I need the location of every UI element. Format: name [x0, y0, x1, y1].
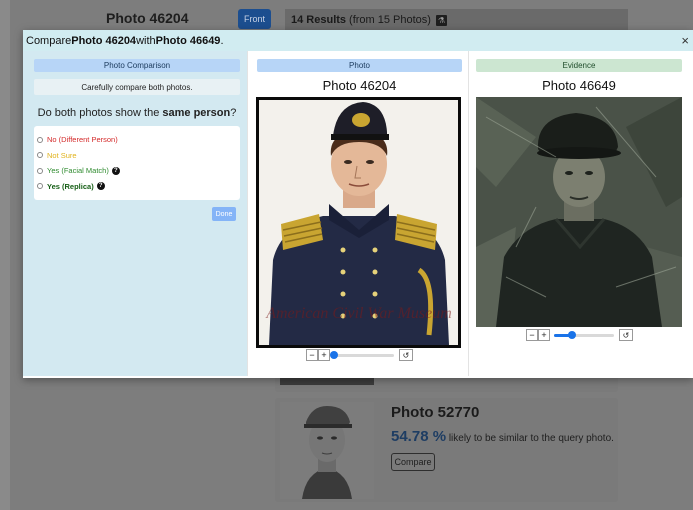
photo-title: Photo 46204 [322, 78, 397, 93]
question-text: Do both photos show the same person? [34, 107, 240, 119]
question-suffix: ? [230, 107, 237, 119]
result-title: Photo 52770 [391, 404, 480, 421]
evidence-column: Evidence Photo 46649 − + ↺ [468, 51, 693, 376]
reset-icon[interactable]: ↺ [619, 329, 633, 341]
option-label: Yes (Replica) [47, 181, 94, 191]
option-replica[interactable]: Yes (Replica) ? [37, 179, 240, 195]
results-count: 14 Results [291, 14, 347, 26]
result-thumbnail[interactable] [280, 402, 374, 499]
option-label: Not Sure [47, 150, 77, 160]
zoom-slider[interactable] [330, 349, 394, 361]
compare-button[interactable]: Compare [391, 453, 435, 471]
evidence-photo[interactable] [476, 97, 682, 327]
option-facial-match[interactable]: Yes (Facial Match) ? [37, 163, 240, 179]
slider-knob[interactable] [568, 331, 576, 339]
question-prefix: Do both photos show the [37, 107, 163, 119]
similarity-percent: 54.78 % [391, 428, 447, 445]
photo-tag: Photo [257, 59, 462, 72]
modal-header: Compare Photo 46204 with Photo 46649 . × [23, 30, 693, 51]
evidence-tag: Evidence [476, 59, 682, 72]
results-from: (from 15 Photos) [349, 14, 431, 26]
similarity-label: likely to be similar to the query photo. [448, 433, 614, 444]
header-prefix: Compare [26, 34, 72, 47]
radio-button[interactable] [37, 167, 43, 174]
comparison-tag: Photo Comparison [34, 59, 240, 72]
front-button[interactable]: Front [238, 9, 271, 29]
slider-track [334, 354, 394, 357]
zoom-in-button[interactable]: + [538, 329, 550, 341]
comparison-column: Photo Comparison Carefully compare both … [23, 51, 247, 376]
answer-options: No (Different Person) Not Sure Yes (Faci… [34, 126, 240, 200]
query-photo-title: Photo 46204 [106, 10, 189, 26]
header-photo-b: Photo 46649 [155, 34, 221, 47]
option-label: Yes (Facial Match) [47, 166, 109, 176]
results-bar: 14 Results (from 15 Photos) ⚗ [285, 9, 628, 31]
query-photo[interactable]: American Civil War Museum [256, 97, 461, 348]
done-button[interactable]: Done [212, 207, 236, 221]
photo-column: Photo Photo 46204 American Civil War Mus… [247, 51, 468, 376]
option-not-sure[interactable]: Not Sure [37, 148, 240, 164]
header-suffix: . [220, 34, 224, 47]
compare-modal: Compare Photo 46204 with Photo 46649 . ×… [23, 30, 693, 378]
zoom-in-button[interactable]: + [318, 349, 330, 361]
reset-icon[interactable]: ↺ [399, 349, 413, 361]
watermark-text: American Civil War Museum [265, 305, 452, 322]
help-icon[interactable]: ? [111, 166, 120, 175]
radio-button[interactable] [37, 152, 43, 159]
radio-button[interactable] [37, 136, 43, 143]
help-icon[interactable]: ? [96, 182, 105, 191]
similarity-text: 54.78 % likely to be similar to the quer… [391, 428, 614, 445]
radio-button[interactable] [37, 183, 43, 190]
instruction-text: Carefully compare both photos. [34, 79, 240, 95]
flask-icon[interactable]: ⚗ [435, 14, 447, 26]
zoom-out-button[interactable]: − [526, 329, 538, 341]
header-mid: with [136, 34, 156, 47]
result-card: Photo 52770 54.78 % likely to be similar… [275, 398, 618, 502]
zoom-out-button[interactable]: − [306, 349, 318, 361]
option-label: No (Different Person) [47, 135, 118, 145]
close-icon[interactable]: × [681, 33, 689, 48]
option-different-person[interactable]: No (Different Person) [37, 132, 240, 148]
evidence-title: Photo 46649 [542, 78, 616, 93]
slider-knob[interactable] [330, 351, 338, 359]
question-bold: same person [162, 107, 231, 119]
header-photo-a: Photo 46204 [71, 34, 137, 47]
evidence-zoom-controls: − + ↺ [526, 329, 633, 341]
zoom-slider[interactable] [554, 329, 614, 341]
photo-zoom-controls: − + ↺ [306, 349, 413, 361]
